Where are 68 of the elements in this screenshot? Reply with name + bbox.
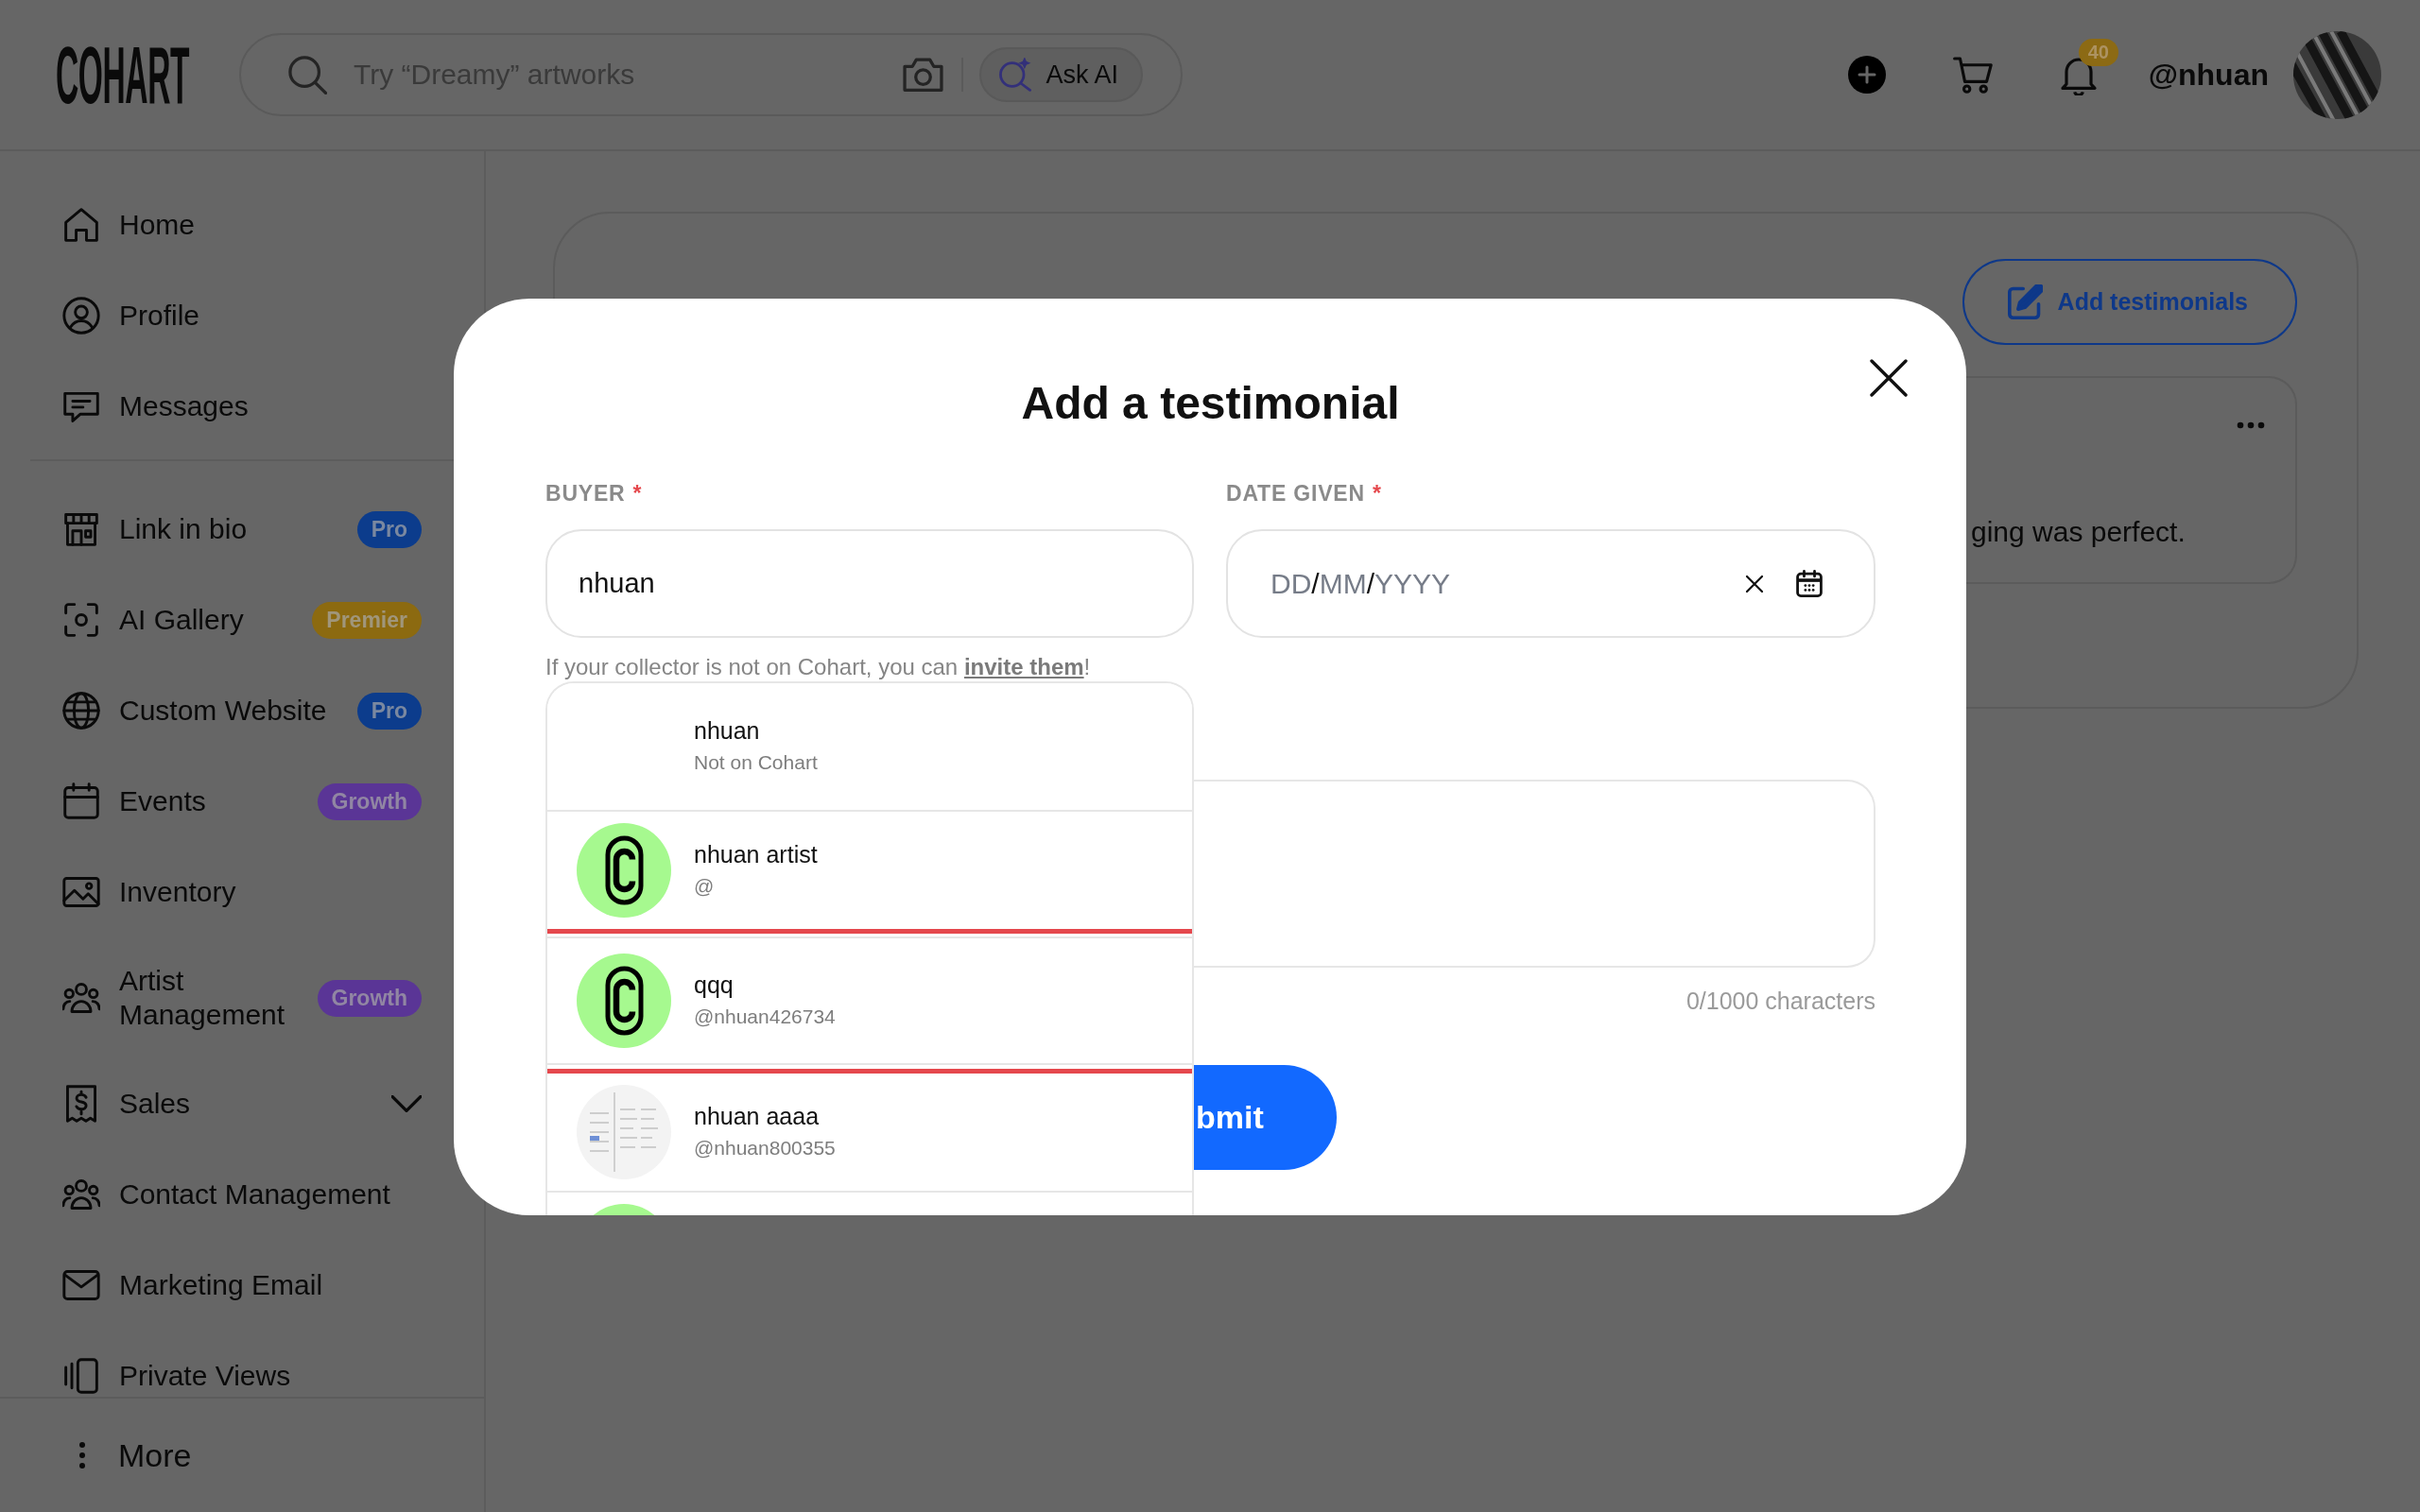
sidebar-link[interactable]: Profile [62,297,200,335]
logo-avatar-icon [577,823,671,918]
user-circle-icon [62,297,100,335]
suggestion-item[interactable]: qqq @nhuan426734 [547,929,1192,1074]
testimonial-text: ging was perfect. [1971,515,2186,549]
date-field[interactable]: DD/MM/YYYY [1226,529,1876,638]
invite-link[interactable]: invite them [963,654,1084,679]
more-options-icon[interactable] [2237,421,2265,429]
plan-badge: Pro [356,692,422,730]
username[interactable]: @nhuan [2148,57,2269,93]
sidebar-link[interactable]: Marketing Email [62,1266,323,1304]
plan-badge: Growth [317,782,422,820]
character-counter: 0/1000 characters [1685,988,1876,1013]
required-mark: * [1372,480,1382,507]
sidebar-link[interactable]: Private Views [62,1357,291,1395]
clear-icon[interactable] [1745,574,1764,593]
more-icon [78,1441,86,1469]
calendar-icon[interactable] [1796,570,1823,597]
sidebar-link[interactable]: Home [62,206,196,244]
search-icon [288,55,327,94]
suggestion-name: nhuan [694,716,760,746]
plan-badge: Growth [317,979,422,1017]
calendar-icon [62,782,100,820]
plan-badge: Premier [312,601,422,639]
field-label: BUYER [545,480,626,507]
submit-button[interactable]: bmit [1194,1065,1337,1170]
plan-badge: Pro [356,510,422,548]
notification-badge: 40 [2078,39,2118,66]
add-testimonials-button[interactable]: Add testimonials [1962,259,2297,345]
sidebar-link[interactable]: Sales [62,1085,191,1123]
sidebar-link[interactable]: Custom Website [62,692,327,730]
suggestion-handle: @nhuan800355 [694,1136,836,1160]
stacked-cards-icon [62,1357,100,1395]
more-link[interactable]: More [62,1436,192,1474]
suggestion-handle: @ [694,874,715,899]
globe-icon [62,692,100,730]
edit-icon [2007,284,2043,319]
add-icon[interactable] [1847,56,1886,94]
home-icon [62,206,100,244]
brand-logo[interactable]: COHART [56,45,190,104]
suggestion-handle: Not on Cohart [694,750,818,775]
dialog-title: Add a testimonial [1021,377,1400,430]
cart-icon[interactable] [1952,56,1994,94]
required-mark: * [632,480,643,507]
suggestion-name: qqq [694,971,734,1000]
sidebar-link[interactable]: Inventory [62,873,236,911]
storefront-icon [62,510,100,548]
date-placeholder: DD/MM/YYYY [1270,567,1451,600]
helper-text: If your collector is not on Cohart, you can invite them! [545,653,1091,681]
sparkle-search-icon [998,58,1033,92]
sidebar-link[interactable]: Events [62,782,206,820]
message-field[interactable] [1194,780,1876,968]
logo-avatar-icon [577,954,671,1048]
suggestion-name: nhuan artist [694,840,818,869]
close-icon[interactable] [1870,359,1908,397]
suggestion-handle: @nhuan426734 [694,1005,836,1029]
sidebar-link[interactable]: Contact Management [62,1176,390,1213]
sidebar-link[interactable]: Messages [62,387,249,425]
suggestion-name: nhuan aaaa [694,1102,820,1131]
scan-frame-icon [62,601,100,639]
sidebar-link[interactable]: Artist Management [62,964,318,1032]
sidebar-link[interactable]: AI Gallery [62,601,244,639]
sidebar-link[interactable]: Link in bio [62,510,248,548]
buyer-field[interactable]: nhuan [545,529,1194,638]
camera-icon[interactable] [903,58,944,92]
field-label: DATE GIVEN [1226,480,1365,507]
chevron-down-icon[interactable] [391,1095,422,1112]
ask-ai-button[interactable]: Ask AI [979,47,1143,102]
